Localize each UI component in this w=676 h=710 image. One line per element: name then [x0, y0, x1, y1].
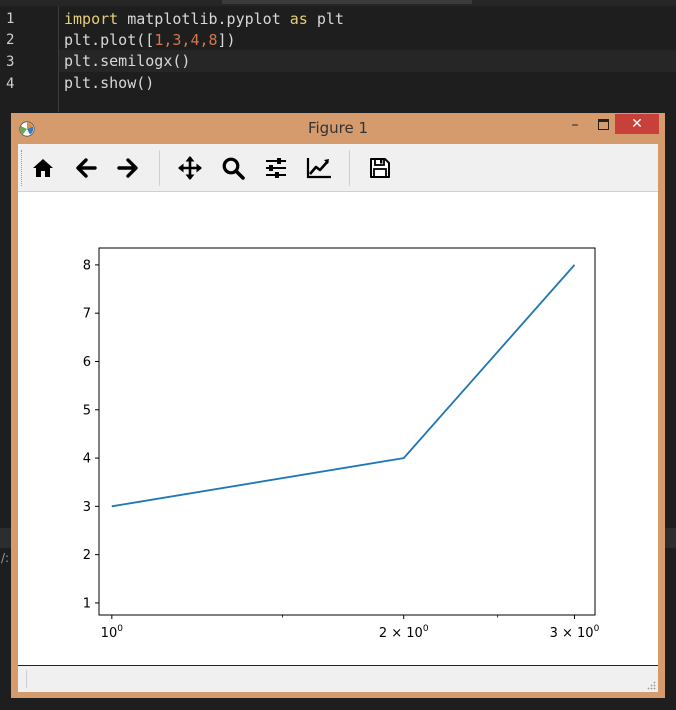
series-line [111, 264, 576, 508]
code-text: plt [307, 10, 344, 28]
toolbar-grip[interactable] [21, 150, 25, 186]
number-literal: 8 [208, 31, 218, 49]
line-number-gutter: 1 2 3 4 [0, 6, 58, 112]
line-number: 2 [6, 32, 15, 48]
x-tick-exponent: 0 [594, 624, 600, 634]
title-bar[interactable]: Figure 1 – ✕ [11, 113, 665, 144]
zoom-button[interactable] [219, 154, 247, 182]
y-tick-label: 1 [83, 596, 91, 611]
forward-button[interactable] [114, 154, 142, 182]
number-literal: 1 [154, 31, 164, 49]
y-tick-label: 2 [83, 548, 91, 563]
configure-subplots-icon [266, 158, 286, 178]
configure-subplots-button[interactable] [262, 154, 290, 182]
pan-button[interactable] [176, 154, 204, 182]
y-tick-label: 4 [83, 452, 91, 467]
save-icon [370, 158, 390, 178]
zoom-icon [222, 157, 245, 180]
close-button[interactable]: ✕ [615, 114, 659, 134]
figure-window: Figure 1 – ✕ 1 2 3 4 5 6 7 8 100 2 × 100… [11, 113, 665, 698]
x-tick-base: 2 × 10 [379, 626, 423, 641]
code-text: plt.plot([ [64, 31, 155, 49]
x-tick-exponent: 0 [423, 624, 429, 634]
axes-frame [98, 247, 596, 616]
navigation-toolbar [18, 144, 658, 192]
line-number: 4 [6, 76, 15, 92]
toolbar-separator [349, 150, 350, 186]
y-tick-label: 3 [83, 500, 91, 515]
code-line-3[interactable]: plt.semilogx() [64, 50, 190, 72]
edit-axes-icon [306, 158, 331, 179]
y-tick-label: 8 [83, 258, 91, 273]
code-line-4[interactable]: plt.show() [64, 72, 154, 94]
move-icon [178, 156, 202, 180]
maximize-icon [597, 119, 609, 130]
code-line-1[interactable]: import matplotlib.pyplot as plt [64, 8, 344, 30]
forward-arrow-icon [117, 158, 138, 178]
y-tick-label: 6 [83, 355, 91, 370]
line-number: 3 [6, 54, 15, 70]
x-tick-label: 100 [101, 624, 124, 641]
line-number: 1 [6, 11, 15, 27]
keyword: as [289, 10, 308, 28]
home-button[interactable] [29, 154, 57, 182]
editor-tab[interactable] [222, 0, 472, 4]
x-tick-label: 2 × 100 [379, 624, 429, 641]
back-button[interactable] [72, 154, 100, 182]
x-tick-base: 10 [101, 626, 118, 641]
code-comma: , [199, 31, 209, 49]
figure-canvas[interactable]: 1 2 3 4 5 6 7 8 100 2 × 100 3 × 100 [18, 192, 658, 666]
code-text: matplotlib.pyplot [118, 10, 290, 28]
y-tick-label: 7 [83, 307, 91, 322]
code-line-2[interactable]: plt.plot([1,3,4,8]) [64, 29, 236, 51]
panel-prompt: /: [1, 551, 10, 565]
edit-axes-button[interactable] [305, 154, 333, 182]
x-tick-exponent: 0 [117, 624, 123, 634]
chart: 12345678100 2 × 100 3 × 100 [83, 247, 600, 641]
code-text: ]) [217, 31, 236, 49]
editor-tab-strip [0, 0, 676, 6]
status-bar-divider [26, 670, 27, 688]
y-tick-label: 5 [83, 403, 91, 418]
minimize-button[interactable]: – [563, 115, 587, 135]
status-bar [18, 666, 658, 692]
maximize-button[interactable] [591, 115, 615, 135]
resize-grip-icon[interactable] [646, 680, 656, 690]
x-tick-base: 3 × 10 [550, 626, 594, 641]
x-tick-label: 3 × 100 [550, 624, 600, 641]
keyword: import [64, 10, 119, 28]
toolbar-separator [159, 150, 160, 186]
home-icon [33, 159, 53, 177]
save-button[interactable] [366, 154, 394, 182]
back-arrow-icon [76, 158, 97, 178]
